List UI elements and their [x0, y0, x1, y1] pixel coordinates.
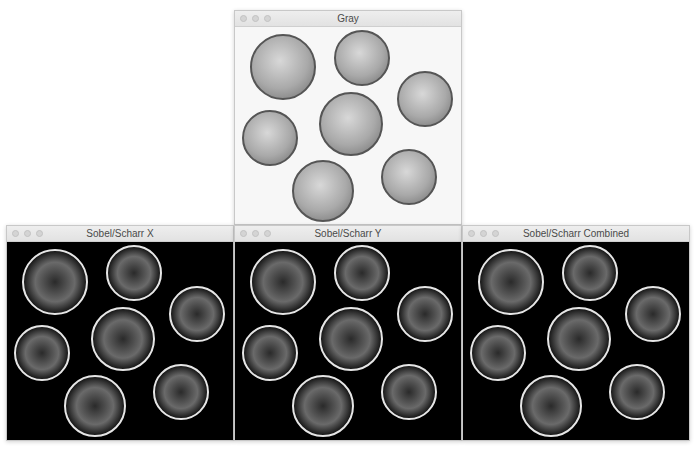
coin	[547, 307, 611, 371]
title-bar[interactable]: Sobel/Scharr Combined	[463, 226, 689, 242]
coin	[478, 249, 544, 315]
coin	[562, 245, 618, 301]
coin	[22, 249, 88, 315]
image-view	[7, 242, 233, 440]
desktop: Gray Sobel/Scharr X Sobel/Scharr Y Sobel/Sc…	[0, 0, 700, 455]
close-button-icon[interactable]	[468, 230, 475, 237]
coin	[292, 160, 354, 222]
coin	[397, 286, 453, 342]
coin	[609, 364, 665, 420]
coin	[242, 110, 298, 166]
image-view	[463, 242, 689, 440]
coin	[319, 92, 383, 156]
coin	[520, 375, 582, 437]
coin	[292, 375, 354, 437]
minimize-button-icon[interactable]	[252, 15, 259, 22]
window-title: Sobel/Scharr X	[86, 227, 153, 241]
image-view	[235, 242, 461, 440]
coin	[250, 34, 316, 100]
close-button-icon[interactable]	[12, 230, 19, 237]
image-window[interactable]: Sobel/Scharr X	[6, 225, 234, 441]
window-controls	[240, 230, 271, 237]
coin	[397, 71, 453, 127]
coin	[250, 249, 316, 315]
zoom-button-icon[interactable]	[264, 230, 271, 237]
minimize-button-icon[interactable]	[480, 230, 487, 237]
coin	[153, 364, 209, 420]
zoom-button-icon[interactable]	[492, 230, 499, 237]
coin	[470, 325, 526, 381]
image-window[interactable]: Gray	[234, 10, 462, 225]
coin	[381, 364, 437, 420]
coin	[106, 245, 162, 301]
image-window[interactable]: Sobel/Scharr Combined	[462, 225, 690, 441]
minimize-button-icon[interactable]	[252, 230, 259, 237]
coin	[169, 286, 225, 342]
title-bar[interactable]: Sobel/Scharr Y	[235, 226, 461, 242]
coin	[381, 149, 437, 205]
title-bar[interactable]: Gray	[235, 11, 461, 27]
window-controls	[468, 230, 499, 237]
coin	[91, 307, 155, 371]
window-controls	[240, 15, 271, 22]
window-controls	[12, 230, 43, 237]
coin	[334, 245, 390, 301]
coin	[319, 307, 383, 371]
window-title: Gray	[337, 12, 359, 26]
minimize-button-icon[interactable]	[24, 230, 31, 237]
window-title: Sobel/Scharr Y	[314, 227, 381, 241]
zoom-button-icon[interactable]	[36, 230, 43, 237]
image-window[interactable]: Sobel/Scharr Y	[234, 225, 462, 441]
window-title: Sobel/Scharr Combined	[523, 227, 629, 241]
title-bar[interactable]: Sobel/Scharr X	[7, 226, 233, 242]
coin	[242, 325, 298, 381]
coin	[64, 375, 126, 437]
coin	[334, 30, 390, 86]
zoom-button-icon[interactable]	[264, 15, 271, 22]
coin	[14, 325, 70, 381]
close-button-icon[interactable]	[240, 230, 247, 237]
image-view	[235, 27, 461, 224]
coin	[625, 286, 681, 342]
close-button-icon[interactable]	[240, 15, 247, 22]
